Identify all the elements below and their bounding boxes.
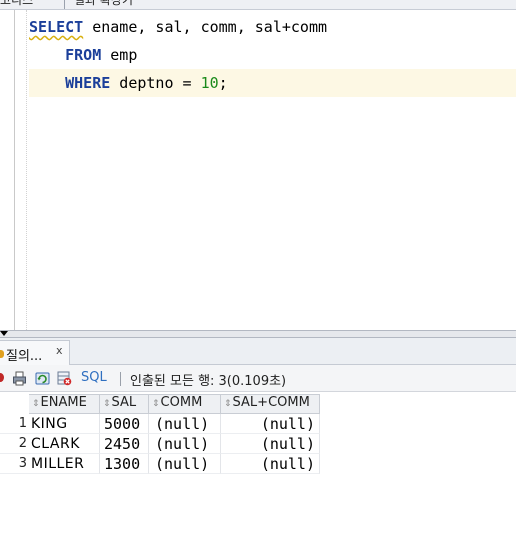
sql-editor[interactable]: SELECT ename, sal, comm, sal+comm FROM e… [0,10,516,330]
query-result-icon [0,350,4,358]
table-row[interactable]: 1 KING 5000 (null) (null) [0,414,320,434]
where-condition: deptno = [110,74,201,92]
editor-fold-guide [26,10,27,330]
pin-icon[interactable] [0,373,4,382]
table-row[interactable]: 2 CLARK 2450 (null) (null) [0,434,320,454]
tab-separator [64,0,65,9]
cell-ename[interactable]: KING [29,414,100,434]
column-header-sal-plus-comm[interactable]: ⇕SAL+COMM [221,394,320,414]
cell-comm[interactable]: (null) [149,414,221,434]
keyword-select: SELECT [29,18,84,36]
refresh-icon[interactable] [35,371,50,386]
keyword-from: FROM [65,46,102,64]
cell-sal[interactable]: 5000 [100,414,149,434]
column-header-comm[interactable]: ⇕COMM [149,394,221,414]
cell-sal[interactable]: 2450 [100,434,149,454]
code-line-3-current[interactable]: WHERE deptno = 10; [29,69,516,97]
row-number: 3 [0,454,29,474]
results-toolbar: SQL 인출된 모든 행: 3(0.109초) [0,365,516,392]
cell-sal[interactable]: 1300 [100,454,149,474]
print-icon[interactable] [12,371,27,386]
fetch-status-text: 인출된 모든 행: 3(0.109초) [130,374,287,389]
from-table: emp [101,46,138,64]
cell-sal-plus-comm[interactable]: (null) [221,454,320,474]
tab-query-result[interactable]: 질의... x [0,340,70,365]
cell-comm[interactable]: (null) [149,454,221,474]
sort-icon[interactable]: ⇕ [32,399,40,409]
where-number-literal: 10 [200,74,219,92]
sql-link[interactable]: SQL [81,370,107,385]
row-number: 2 [0,434,29,454]
tab-query-builder[interactable]: 결과 확장기 [70,0,133,9]
select-columns: ename, sal, comm, sal+comm [83,18,328,36]
tab-query-result-label: 질의... [6,349,43,364]
cell-ename[interactable]: MILLER [29,454,100,474]
code-line-1[interactable]: SELECT ename, sal, comm, sal+comm [29,13,516,41]
tab-code[interactable]: 코디스 [0,0,64,9]
column-header-sal[interactable]: ⇕SAL [100,394,149,414]
code-line-2[interactable]: FROM emp [29,41,516,69]
sort-icon[interactable]: ⇕ [103,399,111,409]
splitter-arrow-icon[interactable] [0,331,8,336]
editor-gutter-border [14,10,15,330]
row-number: 1 [0,414,29,434]
clear-icon[interactable] [57,371,72,386]
top-tab-strip: 코디스 결과 확장기 [0,0,516,10]
cell-comm[interactable]: (null) [149,434,221,454]
table-row[interactable]: 3 MILLER 1300 (null) (null) [0,454,320,474]
cell-sal-plus-comm[interactable]: (null) [221,434,320,454]
sort-icon[interactable]: ⇕ [152,399,160,409]
cell-sal-plus-comm[interactable]: (null) [221,414,320,434]
column-header-ename[interactable]: ⇕ENAME [29,394,100,414]
keyword-where: WHERE [65,74,111,92]
sort-icon[interactable]: ⇕ [224,399,232,409]
pane-splitter[interactable] [0,330,516,338]
cell-ename[interactable]: CLARK [29,434,100,454]
toolbar-divider [120,372,121,386]
statement-terminator: ; [218,74,228,92]
result-tab-strip: 질의... x [0,338,516,365]
close-icon[interactable]: x [56,344,63,357]
